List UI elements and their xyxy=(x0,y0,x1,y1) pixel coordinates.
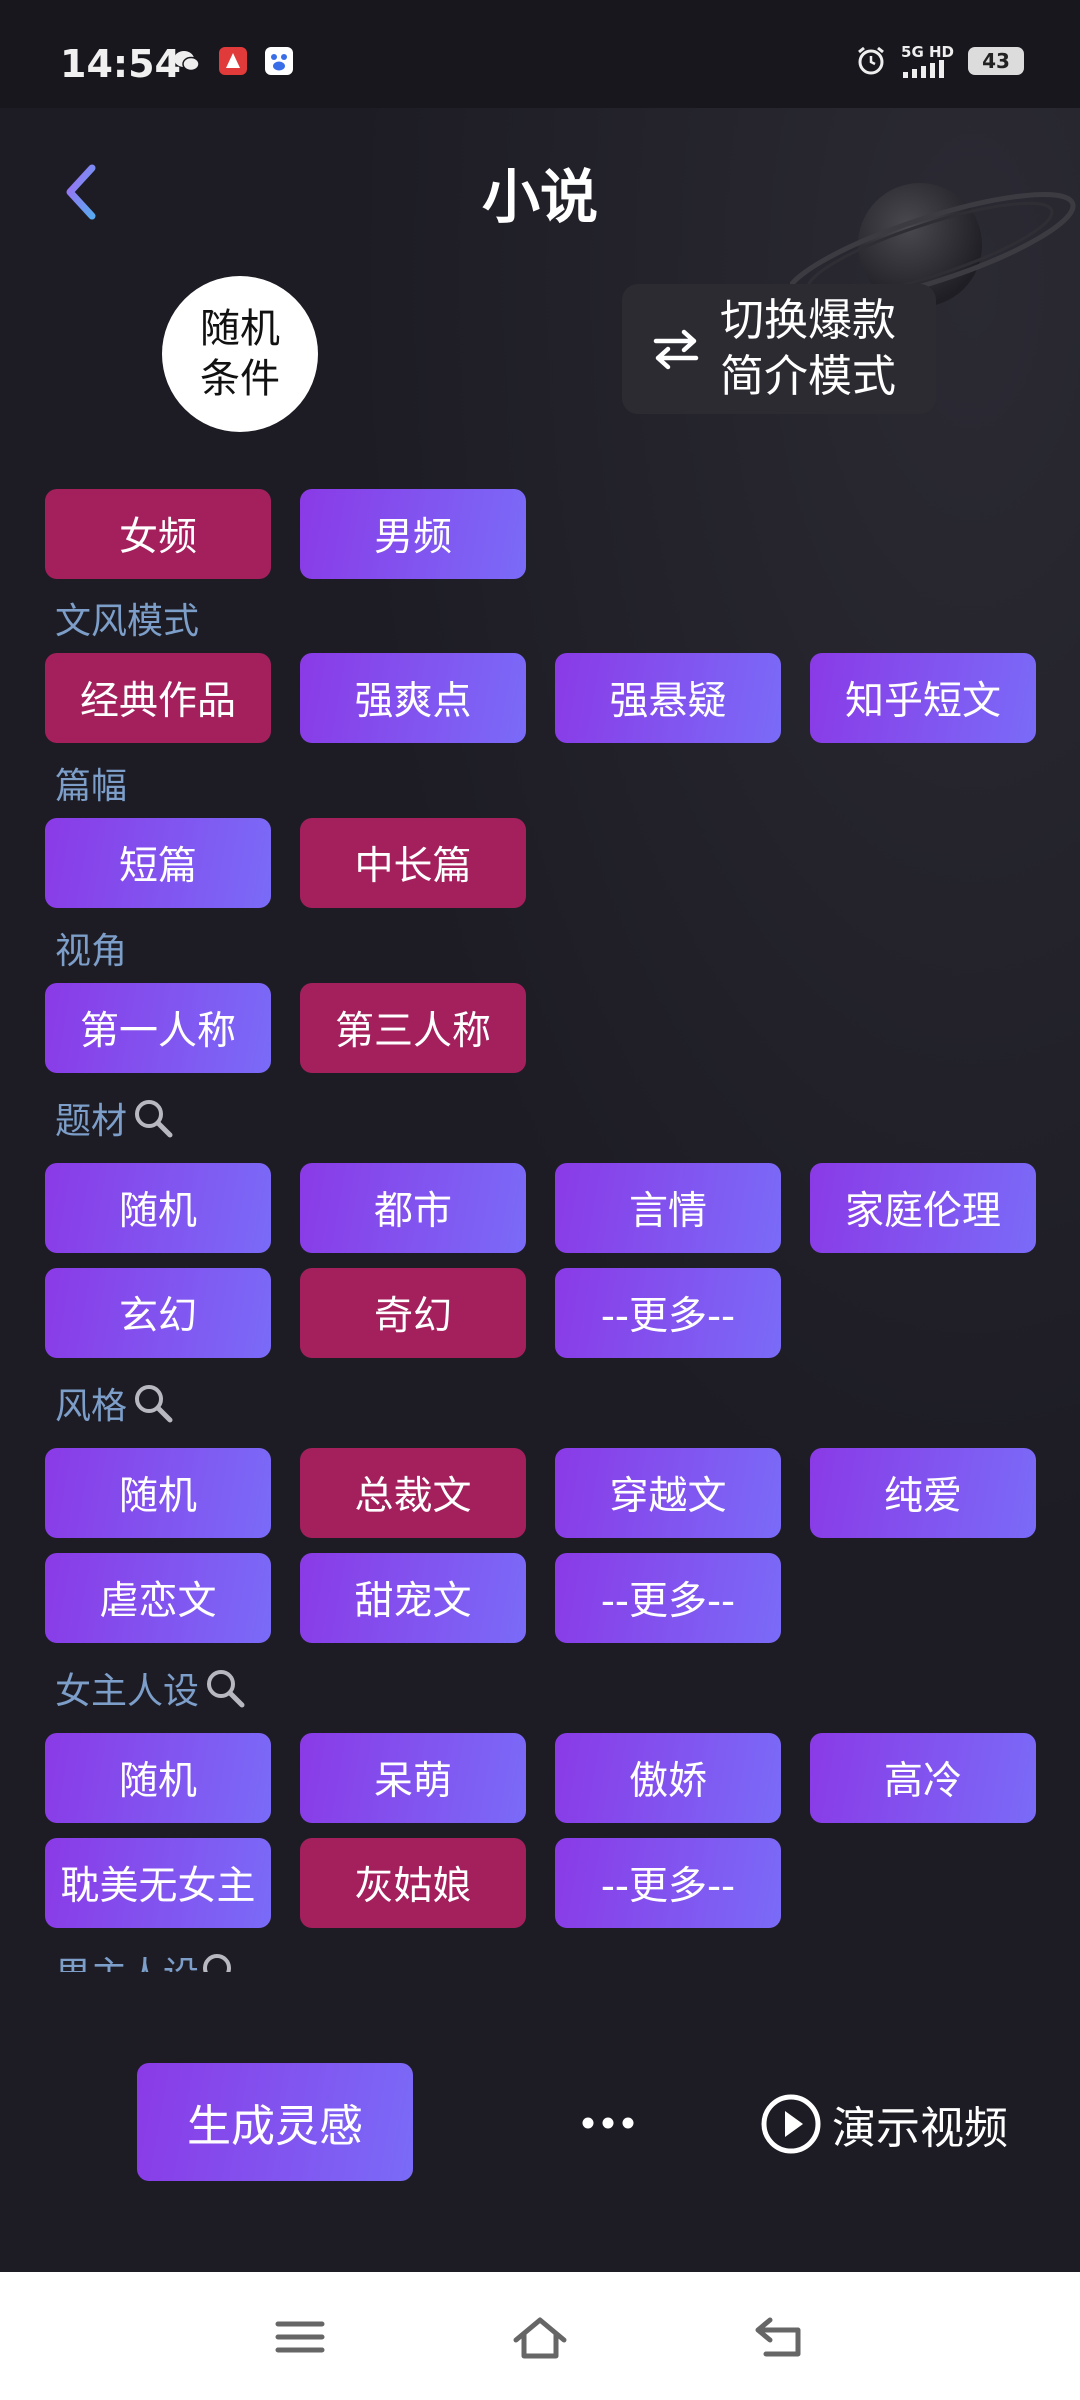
menu-icon[interactable] xyxy=(270,2312,330,2362)
chip-genre-more[interactable]: --更多-- xyxy=(555,1553,781,1643)
chip-heroine-cute[interactable]: 呆萌 xyxy=(300,1733,526,1823)
genre-style-label-text: 风格 xyxy=(55,1386,128,1427)
chip-gender-male[interactable]: 男频 xyxy=(300,489,526,579)
chip-theme-more[interactable]: --更多-- xyxy=(555,1268,781,1358)
switch-line1: 切换爆款 xyxy=(720,295,896,346)
chip-style-suspense[interactable]: 强悬疑 xyxy=(555,653,781,743)
section-label-hero-partial: 男主人设 xyxy=(55,1950,355,1972)
chip-theme-fantasy[interactable]: 奇幻 xyxy=(300,1268,526,1358)
section-label-perspective: 视角 xyxy=(55,931,128,972)
more-dots-icon[interactable] xyxy=(578,2105,638,2141)
app-red-icon xyxy=(219,47,247,75)
battery-indicator: 43 xyxy=(968,47,1024,75)
chip-genre-random[interactable]: 随机 xyxy=(45,1448,271,1538)
switch-mode-button[interactable]: 切换爆款 简介模式 xyxy=(622,284,936,414)
back-nav-icon[interactable] xyxy=(750,2312,810,2362)
chip-genre-ceo[interactable]: 总裁文 xyxy=(300,1448,526,1538)
chip-theme-urban[interactable]: 都市 xyxy=(300,1163,526,1253)
chip-heroine-bl[interactable]: 耽美无女主 xyxy=(45,1838,271,1928)
chip-style-classic[interactable]: 经典作品 xyxy=(45,653,271,743)
swap-arrows-icon xyxy=(653,329,699,370)
chip-style-strong-thrill[interactable]: 强爽点 xyxy=(300,653,526,743)
status-time: 14:54 xyxy=(60,42,181,86)
wechat-icon xyxy=(174,51,200,72)
random-line2: 条件 xyxy=(200,356,280,402)
hero-label-text: 男主人设 xyxy=(55,1950,199,1972)
demo-video-button[interactable]: 演示视频 xyxy=(760,2092,1008,2156)
section-label-heroine: 女主人设 xyxy=(55,1662,247,1714)
search-icon[interactable] xyxy=(203,1666,247,1710)
signal-icon xyxy=(903,60,945,78)
switch-mode-label: 切换爆款 简介模式 xyxy=(720,293,896,405)
heroine-label-text: 女主人设 xyxy=(55,1671,200,1712)
search-icon xyxy=(203,1954,232,1972)
section-label-style-mode: 文风模式 xyxy=(55,601,200,642)
search-icon[interactable] xyxy=(131,1096,175,1140)
chip-heroine-random[interactable]: 随机 xyxy=(45,1733,271,1823)
status-bar: 14:54 5G HD 43 xyxy=(0,0,1080,108)
demo-video-label: 演示视频 xyxy=(832,2103,1008,2154)
chip-theme-family[interactable]: 家庭伦理 xyxy=(810,1163,1036,1253)
chip-perspective-third[interactable]: 第三人称 xyxy=(300,983,526,1073)
system-nav-bar xyxy=(0,2272,1080,2400)
section-label-theme: 题材 xyxy=(55,1092,175,1144)
status-right: 5G HD 43 xyxy=(855,44,1024,78)
baidu-icon xyxy=(265,47,293,75)
chip-genre-sweet[interactable]: 甜宠文 xyxy=(300,1553,526,1643)
chip-theme-romance[interactable]: 言情 xyxy=(555,1163,781,1253)
alarm-icon xyxy=(858,46,884,75)
random-line1: 随机 xyxy=(200,306,280,352)
signal-group: 5G HD xyxy=(901,44,954,78)
section-label-genre-style: 风格 xyxy=(55,1377,175,1429)
chip-genre-time-travel[interactable]: 穿越文 xyxy=(555,1448,781,1538)
chip-length-short[interactable]: 短篇 xyxy=(45,818,271,908)
page-title: 小说 xyxy=(481,163,598,231)
chip-heroine-more[interactable]: --更多-- xyxy=(555,1838,781,1928)
play-circle-icon xyxy=(761,2094,821,2154)
chip-theme-xuanhuan[interactable]: 玄幻 xyxy=(45,1268,271,1358)
generate-inspiration-button[interactable]: 生成灵感 xyxy=(137,2063,413,2181)
chip-theme-random[interactable]: 随机 xyxy=(45,1163,271,1253)
chip-genre-pure-love[interactable]: 纯爱 xyxy=(810,1448,1036,1538)
random-conditions-button[interactable]: 随机 条件 xyxy=(162,276,318,432)
section-label-length: 篇幅 xyxy=(55,766,128,807)
chip-gender-female[interactable]: 女频 xyxy=(45,489,271,579)
chip-genre-angst[interactable]: 虐恋文 xyxy=(45,1553,271,1643)
home-icon[interactable] xyxy=(510,2312,570,2362)
chip-heroine-cold[interactable]: 高冷 xyxy=(810,1733,1036,1823)
theme-label-text: 题材 xyxy=(55,1101,128,1142)
chip-heroine-cinderella[interactable]: 灰姑娘 xyxy=(300,1838,526,1928)
chip-heroine-tsundere[interactable]: 傲娇 xyxy=(555,1733,781,1823)
switch-line2: 简介模式 xyxy=(720,351,896,402)
chip-style-zhihu[interactable]: 知乎短文 xyxy=(810,653,1036,743)
chip-length-long[interactable]: 中长篇 xyxy=(300,818,526,908)
chip-perspective-first[interactable]: 第一人称 xyxy=(45,983,271,1073)
network-label: 5G HD xyxy=(901,43,954,61)
notification-icons xyxy=(172,46,294,76)
search-icon[interactable] xyxy=(131,1381,175,1425)
